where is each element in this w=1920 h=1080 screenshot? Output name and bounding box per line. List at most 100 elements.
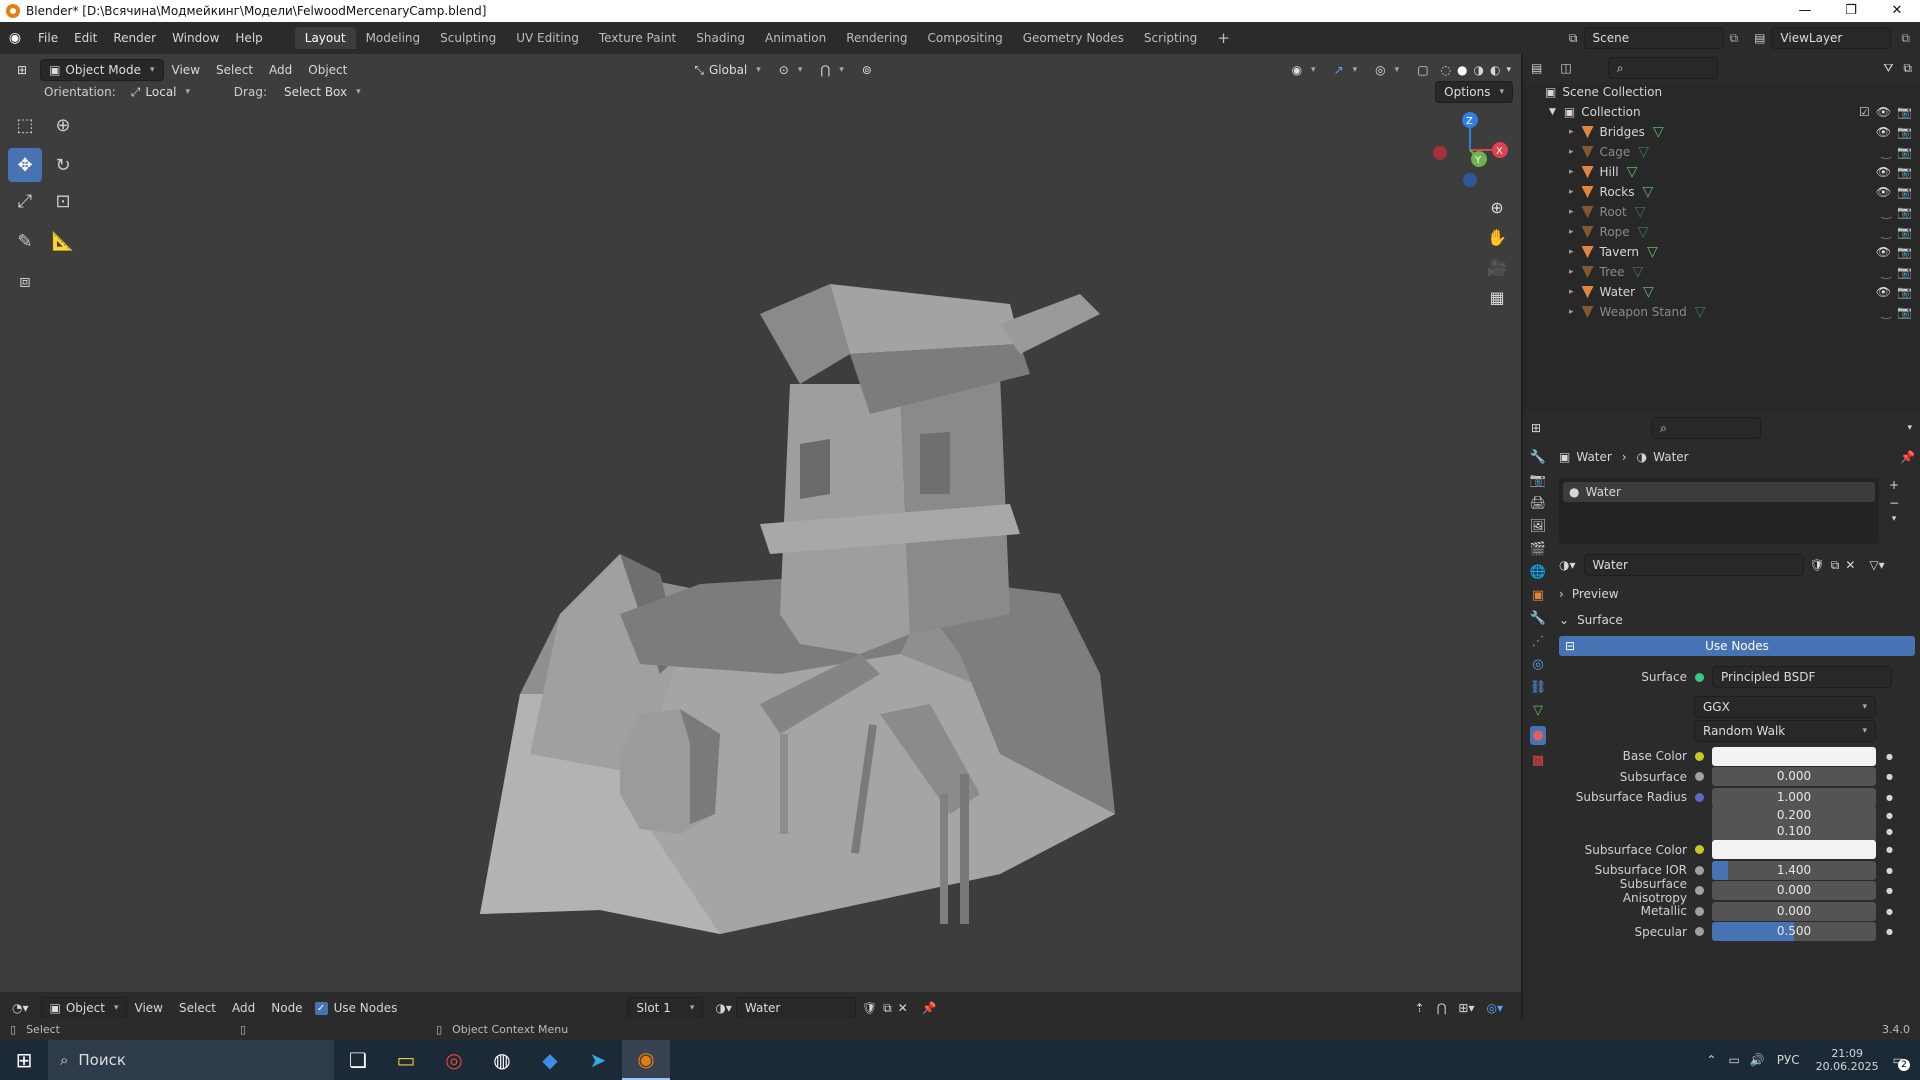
pin-icon[interactable]: 📌 [1900,450,1915,464]
scene-tab-icon[interactable]: 🎬 [1530,542,1546,557]
neg-x-axis-icon[interactable] [1433,146,1447,160]
neg-z-axis-icon[interactable] [1463,173,1477,187]
overlay-toggle[interactable]: ◎ [1366,59,1408,81]
keyframe-dot-icon[interactable]: ● [1886,752,1893,761]
eye-icon[interactable]: 👁 [1876,165,1891,179]
slot-menu-icon[interactable]: ▾ [1892,514,1897,524]
value-field[interactable]: 0.100 [1712,822,1876,841]
camera-icon[interactable]: 📷 [1897,125,1912,139]
tab-animation[interactable]: Animation [755,27,836,49]
constraints-tab-icon[interactable]: ⛓ [1530,680,1547,695]
eye-closed-icon[interactable]: ‿ [1881,265,1891,279]
render-tab-icon[interactable]: 📷 [1530,473,1546,488]
input-socket-icon[interactable] [1695,792,1704,802]
blender-menu-icon[interactable]: ◉ [0,30,30,46]
tab-scripting[interactable]: Scripting [1134,27,1207,49]
remove-slot-button[interactable]: − [1889,496,1899,510]
expand-arrow-icon[interactable]: ▸ [1569,267,1574,277]
scene-collection-row[interactable]: ▣ Scene Collection [1523,82,1920,102]
collection-camera-icon[interactable]: 📷 [1897,105,1912,119]
annotate-tool-icon[interactable]: ✎ [8,224,42,258]
outliner-item[interactable]: ▸ Cage ▽ ‿ 📷 [1523,142,1920,162]
xray-toggle[interactable]: ▢ [1408,59,1437,81]
eye-icon[interactable]: 👁 [1876,125,1891,139]
outliner-display-mode-icon[interactable]: ◫ [1560,61,1571,75]
value-field[interactable]: 1.000 [1712,787,1876,807]
eye-closed-icon[interactable]: ‿ [1881,305,1891,319]
expand-arrow-icon[interactable]: ▸ [1569,227,1574,237]
orientation-selector[interactable]: ⤢ Local [122,81,218,103]
outliner-item[interactable]: ▸ Tree ▽ ‿ 📷 [1523,262,1920,282]
taskbar-search[interactable]: ⌕ Поиск [48,1040,334,1080]
keyframe-dot-icon[interactable]: ● [1886,927,1893,936]
clock[interactable]: 21:09 20.06.2025 [1816,1047,1879,1073]
subsurface-method-selector[interactable]: Random Walk [1694,720,1876,742]
new-scene-icon[interactable]: ⧉ [1730,31,1739,46]
expand-arrow-icon[interactable]: ▸ [1569,167,1574,177]
material-browse-icon[interactable]: ◑▾ [1559,558,1576,572]
surface-section-header[interactable]: ⌄ Surface [1559,610,1915,630]
scale-tool-icon[interactable]: ⤢ [8,184,42,218]
new-collection-icon[interactable]: ⧉ [1903,61,1912,76]
options-button[interactable]: Options [1435,81,1513,103]
keyframe-dot-icon[interactable]: ● [1886,886,1893,895]
tab-texture-paint[interactable]: Texture Paint [589,27,686,49]
shading-wireframe-icon[interactable]: ◌ [1441,63,1451,77]
camera-icon[interactable]: 📷 [1897,225,1912,239]
eye-closed-icon[interactable]: ‿ [1881,205,1891,219]
value-field[interactable]: 0.500 [1712,922,1876,942]
drag-selector[interactable]: Select Box [275,81,370,103]
gizmo-toggle[interactable]: ↗ [1325,59,1367,81]
material-name-field[interactable]: Water [1583,554,1804,576]
object-tab-icon[interactable]: ▣ [1532,588,1544,603]
maximize-button[interactable]: ❐ [1828,0,1874,22]
material-type-icon[interactable]: ▽▾ [1869,558,1884,572]
particles-tab-icon[interactable]: ⋰ [1532,634,1545,649]
menu-help[interactable]: Help [227,22,270,54]
collection-checkbox[interactable]: ☑ [1859,105,1870,119]
viewlayer-selector[interactable]: ViewLayer [1771,27,1892,49]
outliner-search-input[interactable]: ⌕ [1607,57,1718,79]
modifier-tab-icon[interactable]: 🔧 [1530,611,1546,626]
camera-icon[interactable]: 📷 [1897,285,1912,299]
value-field[interactable]: 1.400 [1712,860,1876,880]
tab-rendering[interactable]: Rendering [836,27,917,49]
value-field[interactable]: 0.000 [1712,901,1876,921]
node-fake-user-icon[interactable]: 🛡 [862,1001,877,1015]
keyframe-dot-icon[interactable]: ● [1886,827,1893,836]
outliner-item[interactable]: ▸ Tavern ▽ 👁 📷 [1523,242,1920,262]
tab-compositing[interactable]: Compositing [917,27,1012,49]
select-box-tool-icon[interactable]: ⬚ [8,108,42,142]
node-overlay-icon[interactable]: ◎▾ [1487,1001,1504,1015]
material-slot-item[interactable]: ● Water [1563,482,1875,502]
shader-editor-type-icon[interactable]: ◔▾ [12,1001,29,1015]
data-tab-icon[interactable]: ▽ [1533,703,1543,718]
outliner-item[interactable]: ▸ Rocks ▽ 👁 📷 [1523,182,1920,202]
add-workspace-button[interactable]: + [1207,27,1240,49]
collection-row[interactable]: ▼ ▣ Collection ☑ 👁 📷 [1523,102,1920,122]
tab-shading[interactable]: Shading [686,27,755,49]
snap-toggle[interactable]: ⋂ [811,59,852,81]
mode-selector[interactable]: ▣ Object Mode [40,59,164,81]
measure-tool-icon[interactable]: 📐 [46,224,80,258]
visibility-toggle[interactable]: ◉ [1283,59,1325,81]
new-viewlayer-icon[interactable]: ⧉ [1901,31,1910,46]
properties-options-icon[interactable]: ▾ [1907,423,1912,433]
editor-type-button[interactable]: ⊞ [8,59,36,81]
node-material-field[interactable]: Water [735,997,856,1019]
input-socket-icon[interactable] [1695,845,1704,855]
outliner-item[interactable]: ▸ Root ▽ ‿ 📷 [1523,202,1920,222]
proportional-toggle[interactable]: ⊚ [853,59,881,81]
expand-arrow-icon[interactable]: ▸ [1569,187,1574,197]
network-icon[interactable]: ▭ [1728,1053,1739,1067]
pivot-selector[interactable]: ⊙ [770,59,812,81]
transform-tool-icon[interactable]: ⊡ [46,184,80,218]
keyframe-dot-icon[interactable]: ● [1886,907,1893,916]
tray-chevron-icon[interactable]: ⌃ [1706,1053,1716,1067]
output-tab-icon[interactable]: 🖨 [1530,496,1547,511]
expand-arrow-icon[interactable]: ▸ [1569,127,1574,137]
outliner-item[interactable]: ▸ Weapon Stand ▽ ‿ 📷 [1523,302,1920,322]
camera-icon[interactable]: 📷 [1897,265,1912,279]
fake-user-icon[interactable]: 🛡 [1810,558,1825,572]
pan-hand-icon[interactable]: ✋ [1482,222,1512,252]
